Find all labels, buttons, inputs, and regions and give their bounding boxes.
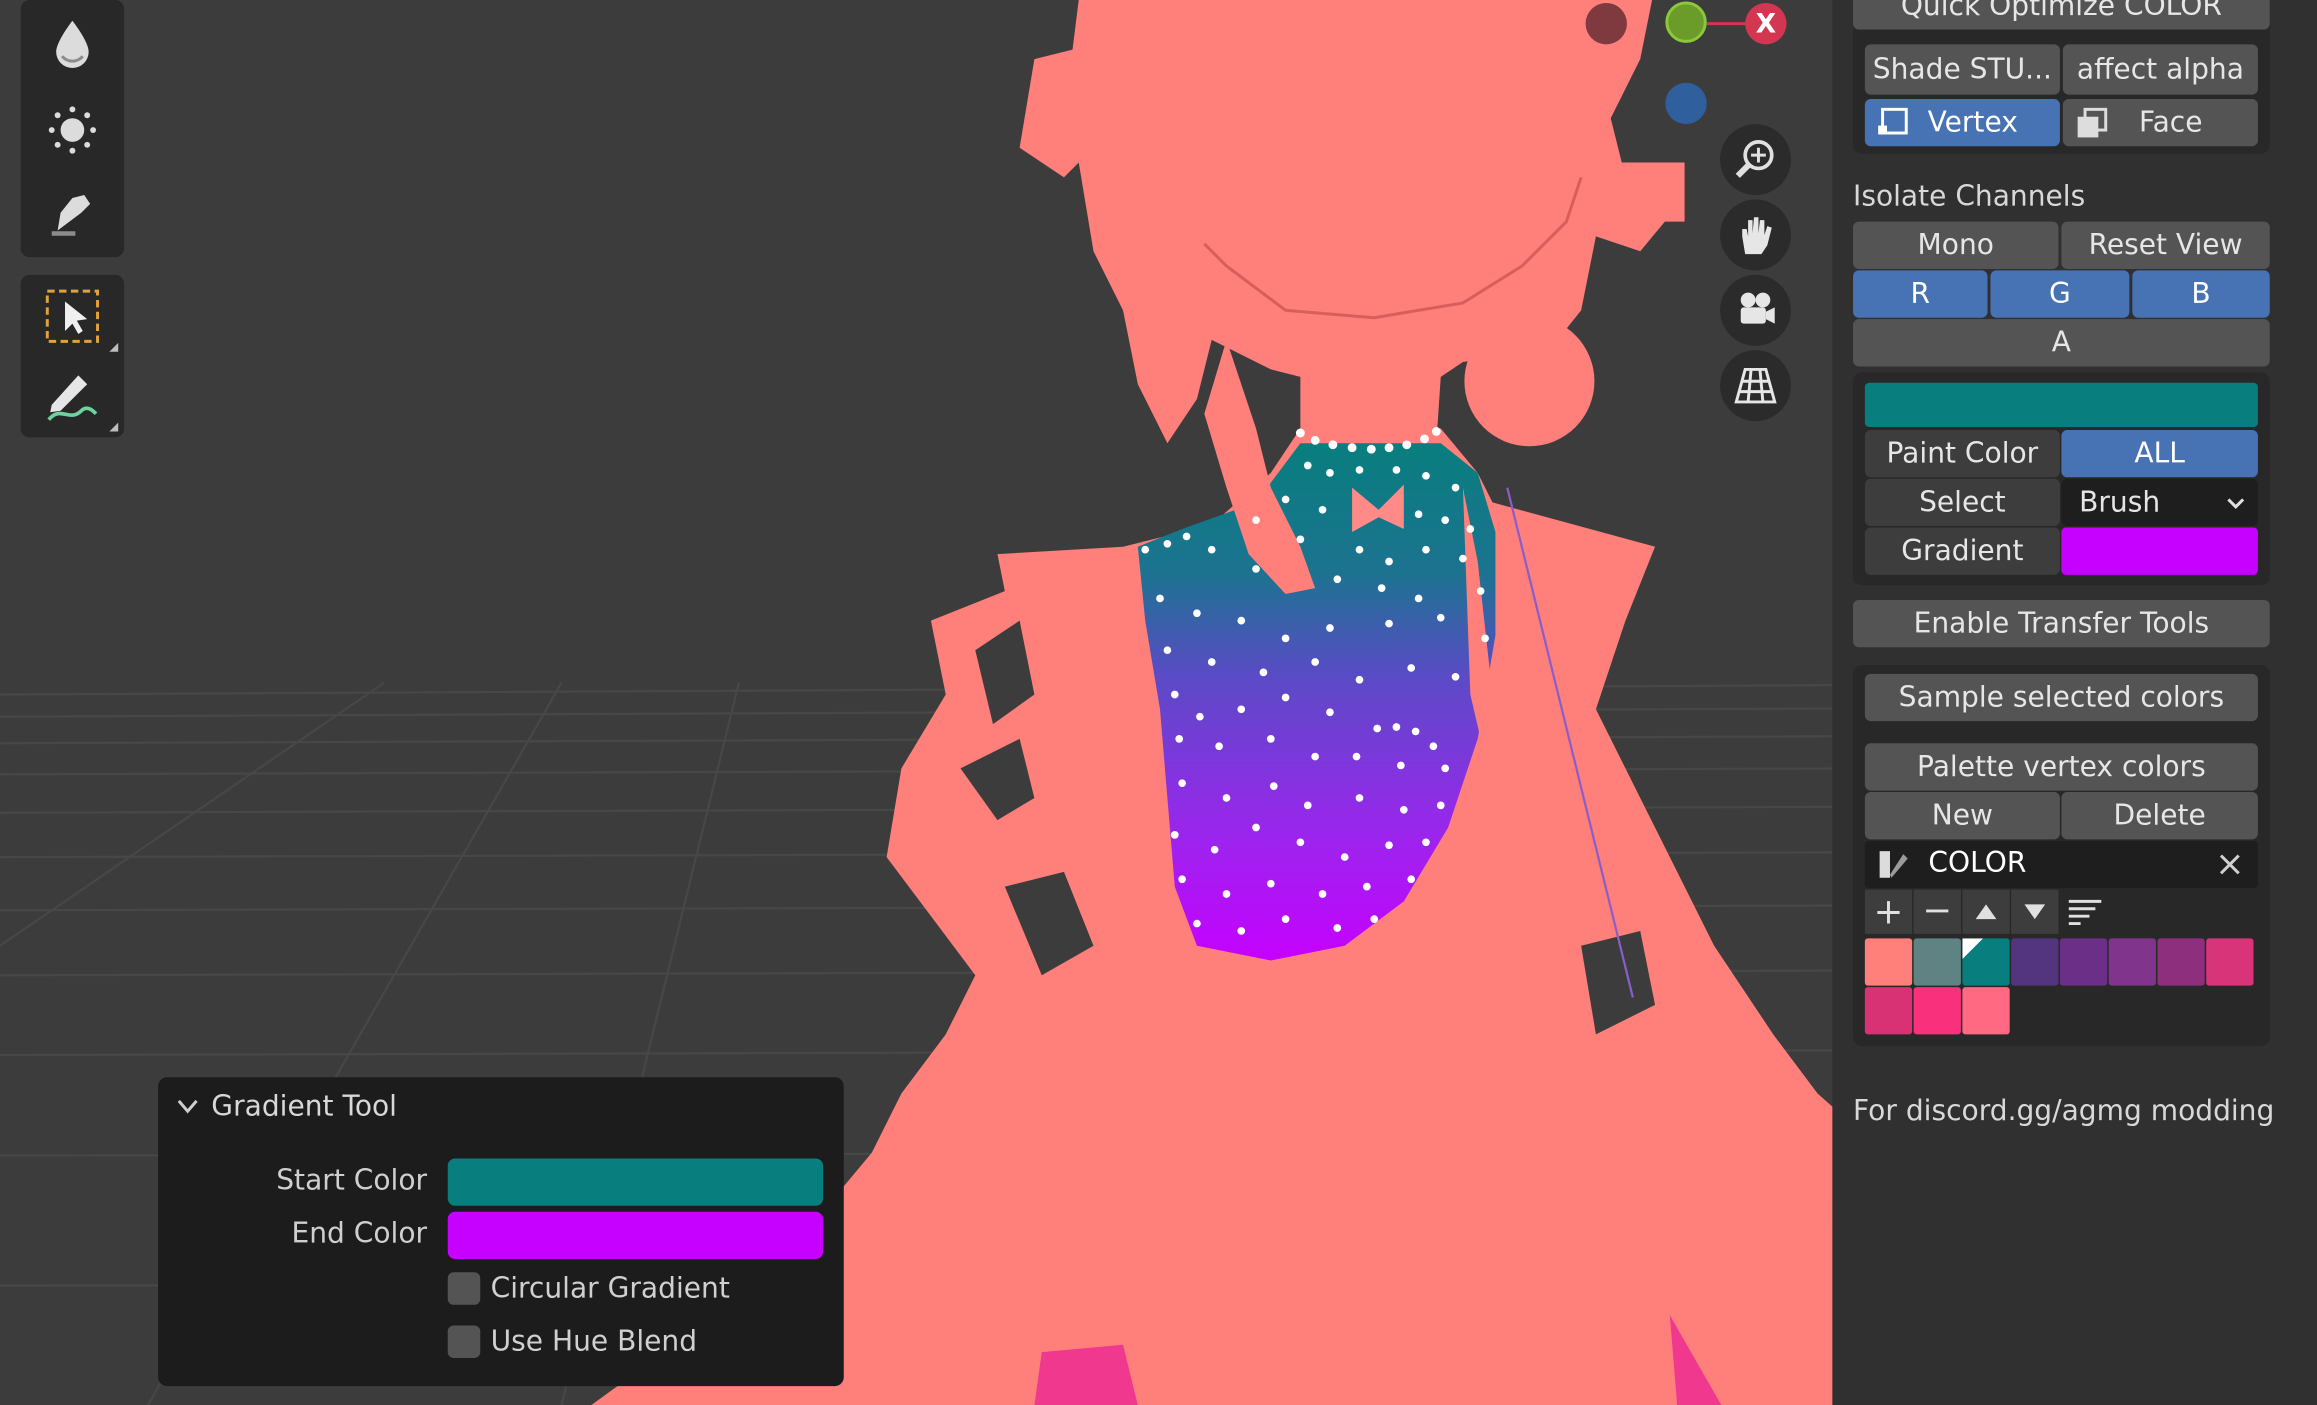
paint-color-label: Paint Color [1864,430,2060,478]
select-label: Select [1864,478,2060,527]
tool-group-select [20,274,125,438]
axis-x-label: X [1755,8,1777,40]
channel-b-button[interactable]: B [2132,270,2270,318]
palette-swatch[interactable] [1913,987,1961,1035]
vertex-label: Vertex [1927,106,2018,139]
chevron-down-icon [2227,498,2245,509]
palette-swatch[interactable] [1962,938,2010,986]
face-label: Face [2138,106,2203,139]
smear-icon[interactable] [21,171,124,254]
tool-group-brushes [20,0,125,258]
zoom-icon[interactable] [1720,124,1791,196]
start-color-swatch[interactable] [447,1158,824,1206]
end-color-swatch[interactable] [447,1211,824,1260]
circular-gradient-label: Circular Gradient [490,1272,730,1305]
palette-swatch-grid [1864,938,2264,1038]
sidebar-panel: Quick Optimize COLOR Shade STU... affect… [1832,0,2317,1405]
axis-z-icon[interactable] [1665,82,1707,125]
palette-icon [1879,851,1908,878]
axis-line [1706,22,1749,26]
box-select-icon[interactable] [21,275,124,358]
delete-palette-button[interactable]: Delete [2061,792,2258,840]
circular-gradient-checkbox[interactable] [447,1272,481,1305]
palette-swatch[interactable] [1913,938,1961,986]
gradient-label: Gradient [1864,527,2060,575]
palette-swatch[interactable] [2157,938,2205,986]
gradient-color-swatch[interactable] [2061,527,2258,575]
vertex-mode-icon [1878,107,1908,135]
close-icon[interactable] [2217,851,2244,878]
enable-transfer-tools-button[interactable]: Enable Transfer Tools [1853,599,2270,648]
axis-x-icon[interactable]: X [1745,2,1787,45]
sample-selected-colors-button[interactable]: Sample selected colors [1864,673,2258,722]
vertex-button[interactable]: Vertex [1864,99,2060,147]
gradient-tool-panel: Gradient Tool Start Color End Color Circ… [158,1077,844,1387]
hand-icon[interactable] [1720,199,1791,271]
palette-swatch[interactable] [1962,987,2010,1035]
new-palette-button[interactable]: New [1864,792,2060,840]
axis-y-icon[interactable] [1665,1,1707,43]
drop-icon[interactable] [21,3,124,86]
remove-icon[interactable]: − [1913,889,1961,934]
use-hue-blend-label: Use Hue Blend [490,1325,698,1359]
chevron-down-icon[interactable] [176,1098,200,1116]
move-down-icon[interactable] [2011,889,2059,934]
shade-stu-button[interactable]: Shade STU... [1864,44,2060,95]
face-mode-icon [2077,107,2108,138]
palette-swatch[interactable] [2206,938,2254,986]
footer-note: For discord.gg/agmg modding [1853,1094,2275,1128]
axis-neg-y-icon[interactable] [1585,2,1627,45]
channel-r-button[interactable]: R [1853,270,1988,318]
palette-swatch[interactable] [1864,938,1913,986]
select-dropdown[interactable]: Brush [2061,478,2258,527]
palette-toolbar: + − [1864,889,2102,934]
face-button[interactable]: Face [2062,99,2258,147]
palette-name: COLOR [1928,846,2027,880]
annotate-icon[interactable] [21,355,124,438]
paint-all-button[interactable]: ALL [2061,430,2258,478]
reset-view-button[interactable]: Reset View [2061,221,2270,269]
quick-optimize-button[interactable]: Quick Optimize COLOR [1853,0,2270,30]
mono-button[interactable]: Mono [1853,221,2059,269]
gradient-tool-title: Gradient Tool [211,1090,397,1124]
channel-g-button[interactable]: G [1990,270,2130,318]
paint-color-swatch[interactable] [1864,382,2258,428]
palette-name-field[interactable]: COLOR [1864,840,2258,889]
select-dropdown-value: Brush [2079,486,2161,519]
palette-swatch[interactable] [2108,938,2156,986]
palette-vertex-colors-button[interactable]: Palette vertex colors [1864,743,2258,791]
channel-a-button[interactable]: A [1853,319,2270,367]
sort-icon[interactable] [2060,890,2107,934]
end-color-label: End Color [291,1217,428,1251]
isolate-channels-heading: Isolate Channels [1853,180,2086,213]
grid-icon[interactable] [1720,350,1791,422]
camera-icon[interactable] [1720,274,1791,346]
affect-alpha-button[interactable]: affect alpha [2062,44,2258,95]
add-icon[interactable]: + [1864,889,1913,934]
palette-swatch[interactable] [2059,938,2108,986]
tool-variants-indicator [109,422,119,432]
start-color-label: Start Color [276,1164,428,1197]
move-up-icon[interactable] [1962,889,2010,934]
palette-swatch[interactable] [2011,938,2059,986]
palette-swatch[interactable] [1864,987,1913,1035]
blur-icon[interactable] [21,89,124,172]
tool-variants-indicator [109,342,119,352]
use-hue-blend-checkbox[interactable] [447,1325,481,1359]
